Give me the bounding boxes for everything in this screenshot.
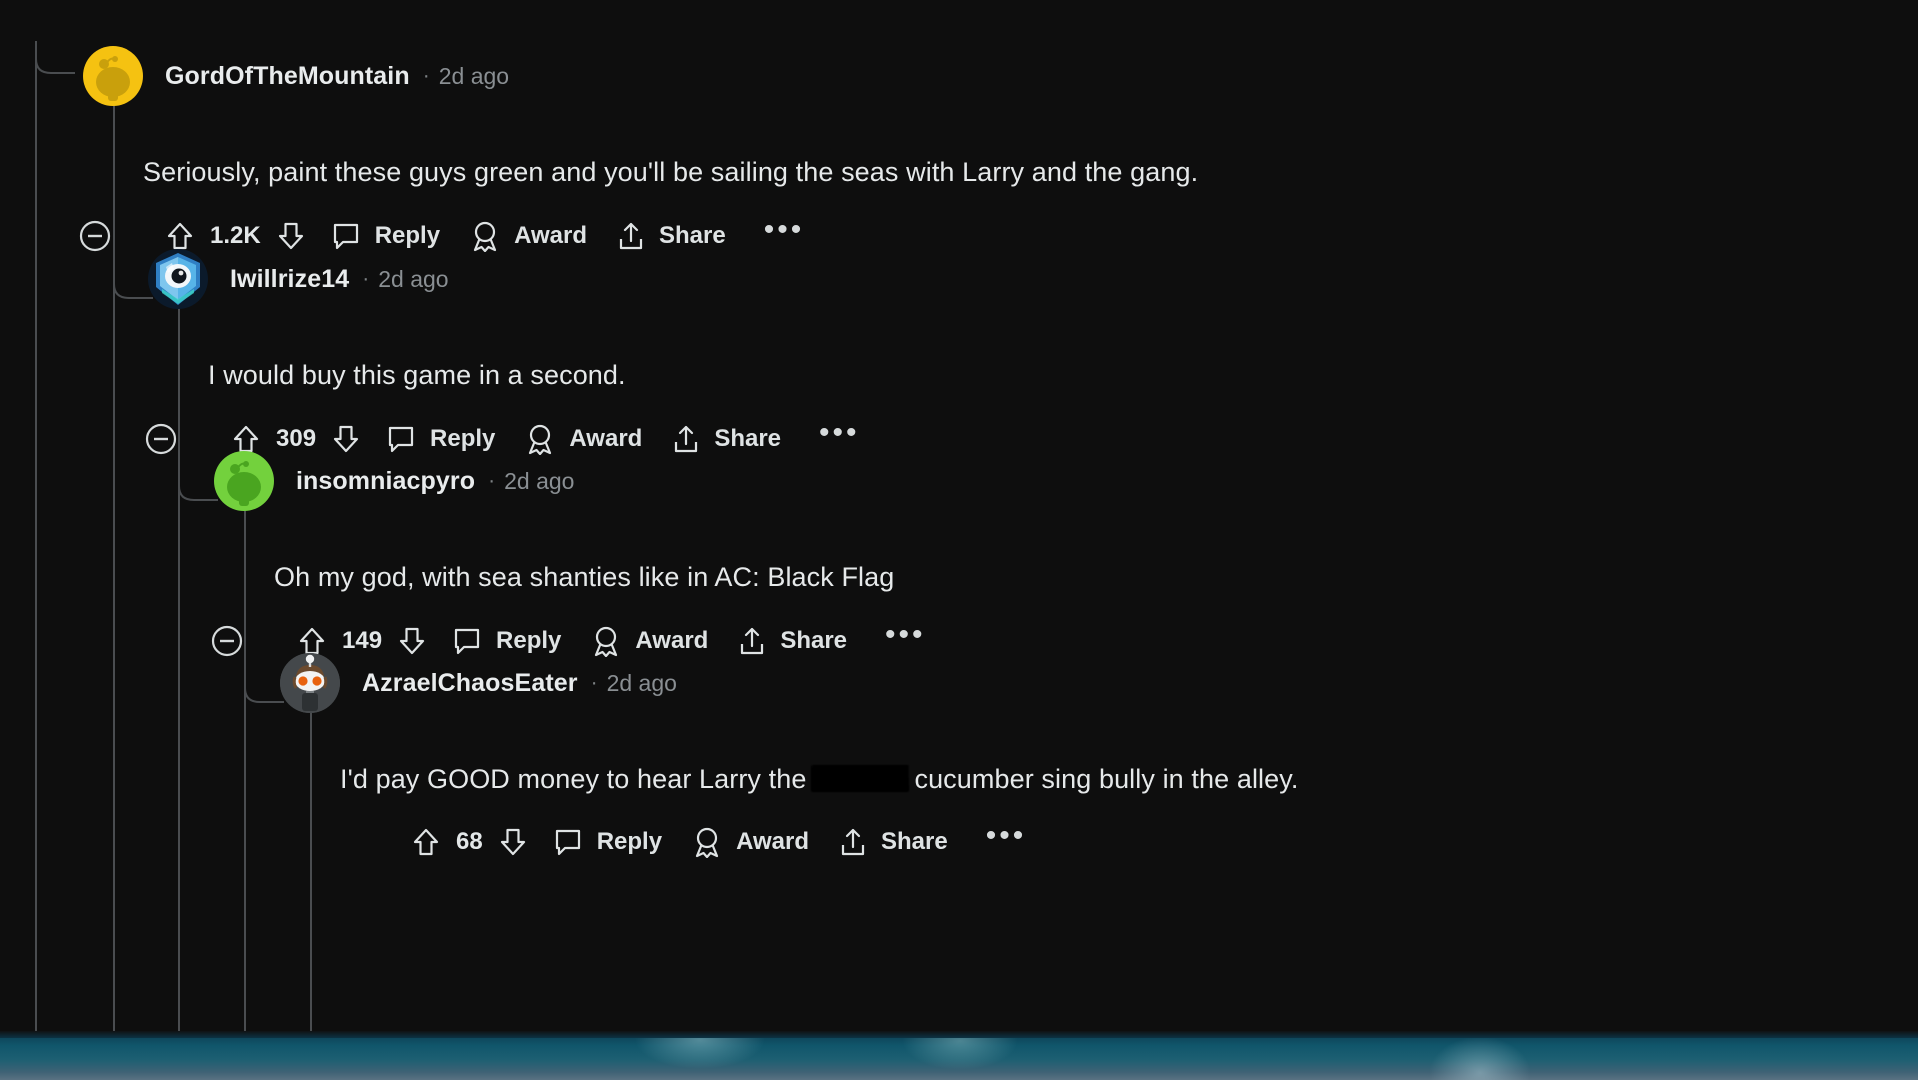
reply-button[interactable]: Reply: [386, 424, 495, 454]
blurred-bottom-banner: [0, 1031, 1918, 1080]
share-label: Share: [880, 828, 948, 855]
comment-bubble-icon: [553, 827, 583, 857]
share-button[interactable]: Share: [839, 827, 948, 857]
downvote-button[interactable]: [277, 221, 305, 251]
comment-body: I would buy this game in a second.: [208, 360, 626, 390]
award-ribbon-icon: [692, 826, 722, 858]
comment-bubble-icon: [386, 424, 416, 454]
vote-group: 149: [298, 626, 426, 656]
vote-group: 309: [232, 424, 360, 454]
collapse-button[interactable]: [78, 219, 112, 253]
upvote-button[interactable]: [298, 626, 326, 656]
upvote-button[interactable]: [166, 221, 194, 251]
comment-actions: 68 Reply Award Share •••: [412, 821, 1056, 858]
comment-timestamp: 2d ago: [606, 669, 677, 696]
comment-actions: 1.2K Reply Award Share •••: [78, 215, 834, 253]
comment-header: GordOfTheMountain · 2d ago: [83, 46, 509, 106]
thread-line-depth-3[interactable]: [244, 501, 246, 1031]
reply-label: Reply: [496, 627, 562, 654]
comment-body: Seriously, paint these guys green and yo…: [143, 157, 1199, 187]
comment-thread: GordOfTheMountain · 2d ago Seriously, pa…: [0, 41, 1918, 1031]
downvote-button[interactable]: [332, 424, 360, 454]
reply-button[interactable]: Reply: [553, 827, 662, 857]
comment-body: I'd pay GOOD money to hear Larry the cucu…: [340, 764, 1298, 795]
downvote-button[interactable]: [499, 827, 527, 857]
collapse-button[interactable]: [144, 422, 178, 456]
vote-score: 149: [342, 627, 383, 654]
vote-group: 1.2K: [166, 221, 305, 251]
share-icon: [617, 221, 645, 251]
more-options-button[interactable]: •••: [986, 821, 1027, 854]
game-shield-avatar[interactable]: [148, 249, 208, 309]
award-label: Award: [514, 222, 587, 249]
snoo-dark-orange-eyes-avatar[interactable]: [280, 653, 340, 713]
comment-header: insomniacpyro · 2d ago: [214, 451, 574, 511]
comment-username[interactable]: AzraelChaosEater: [362, 669, 578, 698]
collapse-button[interactable]: [210, 624, 244, 658]
reply-label: Reply: [430, 425, 496, 452]
share-label: Share: [780, 627, 848, 654]
thread-line-depth-2[interactable]: [178, 299, 180, 1031]
comment-timestamp: 2d ago: [438, 62, 510, 89]
thread-connector-2: [113, 266, 153, 306]
comment-body: Oh my god, with sea shanties like in AC:…: [274, 562, 895, 592]
thread-connector-3: [178, 468, 218, 508]
vote-score: 68: [456, 828, 483, 855]
separator-dot: ·: [488, 469, 496, 492]
separator-dot: ·: [590, 671, 598, 694]
award-label: Award: [736, 828, 809, 855]
share-icon: [672, 424, 700, 454]
comment-username[interactable]: GordOfTheMountain: [165, 62, 410, 91]
share-button[interactable]: Share: [738, 626, 847, 656]
more-options-button[interactable]: •••: [885, 620, 926, 653]
thread-line-depth-0[interactable]: [35, 41, 37, 1031]
downvote-button[interactable]: [398, 626, 426, 656]
more-options-button[interactable]: •••: [819, 418, 860, 451]
share-icon: [738, 626, 766, 656]
more-options-button[interactable]: •••: [764, 215, 805, 248]
comment-body-text-before: I'd pay GOOD money to hear Larry the: [340, 764, 807, 794]
vote-score: 309: [276, 425, 317, 452]
thread-line-depth-4[interactable]: [310, 703, 312, 1031]
blurred-top-banner: [0, 0, 1918, 41]
award-button[interactable]: Award: [470, 220, 587, 252]
thread-connector-4: [244, 670, 284, 710]
reply-button[interactable]: Reply: [331, 221, 440, 251]
upvote-button[interactable]: [232, 424, 260, 454]
award-ribbon-icon: [470, 220, 500, 252]
share-label: Share: [658, 222, 726, 249]
comment-bubble-icon: [452, 626, 482, 656]
comment-username[interactable]: insomniacpyro: [296, 467, 475, 496]
snoo-yellow-avatar[interactable]: [83, 46, 143, 106]
upvote-button[interactable]: [412, 827, 440, 857]
vote-group: 68: [412, 827, 527, 857]
award-label: Award: [635, 627, 709, 654]
separator-dot: ·: [422, 64, 430, 87]
reply-button[interactable]: Reply: [452, 626, 561, 656]
award-button[interactable]: Award: [692, 826, 809, 858]
share-button[interactable]: Share: [617, 221, 726, 251]
vote-score: 1.2K: [210, 222, 261, 249]
redacted-scribble: [811, 765, 910, 792]
comment-header: AzraelChaosEater · 2d ago: [280, 653, 677, 713]
share-label: Share: [714, 425, 782, 452]
comment-timestamp: 2d ago: [504, 467, 575, 494]
share-icon: [839, 827, 867, 857]
thread-connector-1: [35, 41, 75, 81]
comment-body-text-after: cucumber sing bully in the alley.: [914, 764, 1299, 794]
share-button[interactable]: Share: [672, 424, 781, 454]
reply-label: Reply: [374, 222, 441, 249]
comment-username[interactable]: Iwillrize14: [230, 265, 349, 294]
comment-bubble-icon: [331, 221, 361, 251]
comment-timestamp: 2d ago: [378, 265, 449, 292]
snoo-green-avatar[interactable]: [214, 451, 274, 511]
separator-dot: ·: [362, 267, 370, 290]
award-label: Award: [569, 425, 643, 452]
reply-label: Reply: [596, 828, 663, 855]
comment-header: Iwillrize14 · 2d ago: [148, 249, 449, 309]
